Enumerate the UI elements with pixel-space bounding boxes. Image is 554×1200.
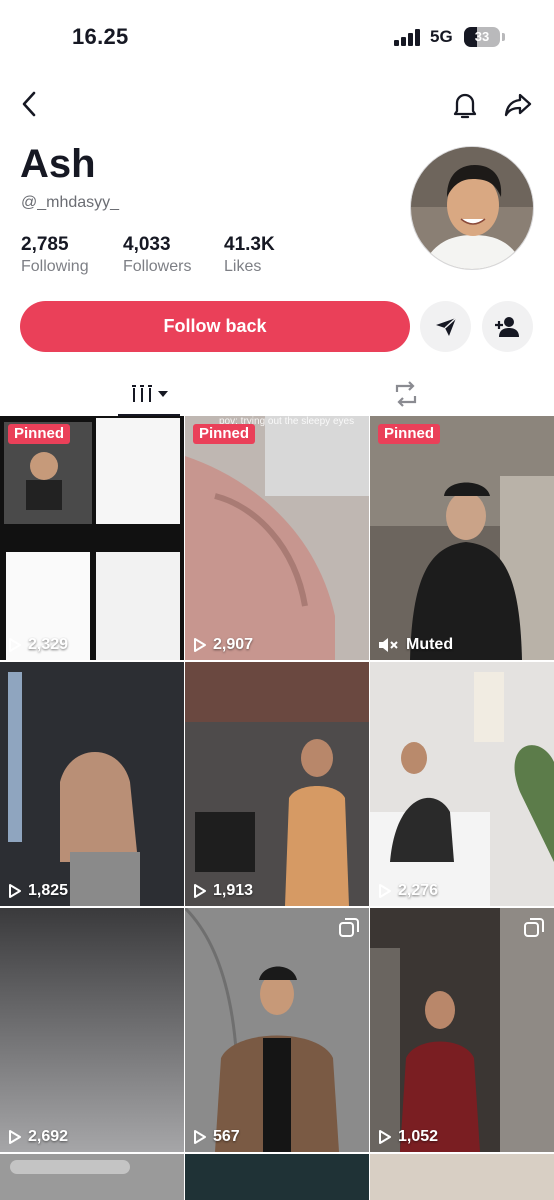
video-tile[interactable]: 1,913 [185,662,369,906]
play-icon [194,638,206,652]
pinned-badge: Pinned [193,424,256,444]
pinned-badge: Pinned [378,424,441,444]
add-friend-button[interactable] [482,301,533,352]
add-user-icon [494,316,519,337]
status-time: 16.25 [72,24,129,49]
stat-likes[interactable]: 41.3K Likes [224,234,275,276]
message-button[interactable] [420,301,471,352]
tab-videos[interactable] [118,372,180,416]
profile-avatar[interactable] [410,146,534,270]
view-count: 2,692 [8,1128,68,1146]
video-tile[interactable]: 1,052 [370,908,554,1152]
follow-back-button[interactable]: Follow back [20,301,410,352]
video-tile[interactable]: pov: trying out the sleepy eyes trend Pi… [185,416,369,660]
cellular-signal-icon [394,29,420,46]
notifications-button[interactable] [448,88,482,122]
play-icon [379,1130,391,1144]
mute-status-label: Muted [406,636,454,653]
stat-following[interactable]: 2,785 Following [21,234,89,276]
view-count: 1,825 [8,882,68,900]
play-icon [379,884,391,898]
bell-icon [453,93,477,119]
grid-icon [132,385,168,402]
view-count: 1,913 [193,882,253,900]
view-count: 1,052 [378,1128,438,1146]
view-count: 2,329 [8,636,68,654]
view-count-value: 567 [213,1128,240,1145]
battery-icon: 33 [464,27,505,47]
stat-followers-value: 4,033 [123,234,171,255]
video-tile[interactable]: 2,692 [0,908,184,1152]
status-bar: 16.25 5G 33 [0,0,554,76]
video-tile[interactable]: Pinned Muted [370,416,554,660]
muted-speaker-icon [379,638,398,652]
view-count-value: 1,913 [213,882,254,899]
stat-following-value: 2,785 [21,234,69,255]
stat-followers[interactable]: 4,033 Followers [123,234,191,276]
play-icon [9,638,21,652]
view-count: 2,276 [378,882,438,900]
view-count-value: 2,907 [213,636,254,653]
video-tile[interactable]: Pinned 2,329 [0,416,184,660]
share-arrow-icon [504,93,532,117]
video-tile[interactable] [0,1154,184,1200]
play-icon [9,1130,21,1144]
play-icon [194,884,206,898]
send-icon [435,316,457,336]
video-tile[interactable] [370,1154,554,1200]
stat-likes-label: Likes [224,258,262,275]
repost-icon [395,381,417,407]
network-type: 5G [430,27,453,46]
view-count: 2,907 [193,636,253,654]
view-count-value: 2,276 [398,882,439,899]
view-count-value: 1,825 [28,882,69,899]
profile-username: @_mhdasyy_ [21,194,120,211]
photo-stack-icon [524,918,544,943]
stat-following-label: Following [21,258,89,275]
tab-reposts[interactable] [376,372,436,416]
video-tile[interactable]: 567 [185,908,369,1152]
view-count: 567 [193,1128,240,1146]
stat-likes-value: 41.3K [224,234,275,255]
battery-level: 33 [474,29,490,44]
profile-display-name: Ash [20,142,96,186]
play-icon [194,1130,206,1144]
view-count-value: 1,052 [398,1128,439,1145]
video-tile[interactable] [185,1154,369,1200]
share-profile-button[interactable] [500,88,536,122]
pinned-badge: Pinned [8,424,71,444]
video-tile[interactable]: 1,825 [0,662,184,906]
view-count-value: 2,329 [28,636,69,653]
photo-stack-icon [339,918,359,943]
view-count-value: 2,692 [28,1128,69,1145]
stat-followers-label: Followers [123,258,192,275]
chevron-left-icon [22,91,36,117]
mute-status: Muted [378,636,453,654]
back-button[interactable] [14,88,44,120]
play-icon [9,884,21,898]
video-tile[interactable]: 2,276 [370,662,554,906]
